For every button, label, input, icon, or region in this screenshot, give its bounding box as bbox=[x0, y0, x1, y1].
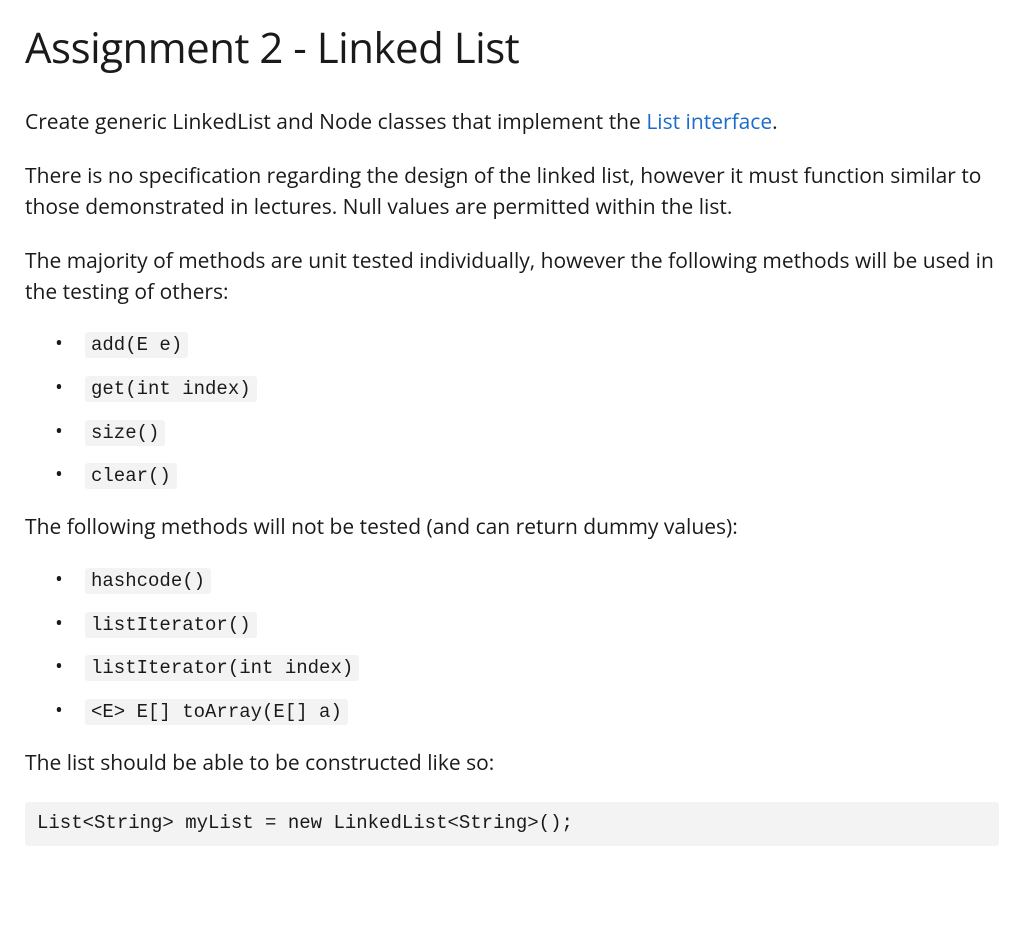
list-item: <E> E[] toArray(E[] a) bbox=[55, 698, 999, 724]
list-item: size() bbox=[55, 419, 999, 445]
intro-paragraph: Create generic LinkedList and Node class… bbox=[25, 107, 999, 137]
method-code: hashcode() bbox=[85, 568, 211, 594]
page-title: Assignment 2 - Linked List bbox=[25, 18, 999, 79]
list-item: listIterator() bbox=[55, 611, 999, 637]
list-item: get(int index) bbox=[55, 375, 999, 401]
paragraph-construct: The list should be able to be constructe… bbox=[25, 748, 999, 778]
intro-suffix: . bbox=[772, 108, 778, 136]
list-interface-link[interactable]: List interface bbox=[646, 108, 772, 136]
method-code: get(int index) bbox=[85, 376, 257, 402]
list-item: listIterator(int index) bbox=[55, 654, 999, 680]
list-item: hashcode() bbox=[55, 567, 999, 593]
construct-code: List<String> myList = new LinkedList<Str… bbox=[37, 812, 573, 834]
list-item: clear() bbox=[55, 462, 999, 488]
paragraph-spec: There is no specification regarding the … bbox=[25, 161, 999, 222]
method-code: clear() bbox=[85, 463, 177, 489]
method-code: <E> E[] toArray(E[] a) bbox=[85, 699, 348, 725]
untested-methods-list: hashcode() listIterator() listIterator(i… bbox=[25, 567, 999, 724]
intro-prefix: Create generic LinkedList and Node class… bbox=[25, 108, 646, 136]
method-code: size() bbox=[85, 420, 165, 446]
paragraph-tested-intro: The majority of methods are unit tested … bbox=[25, 246, 999, 307]
method-code: listIterator(int index) bbox=[85, 655, 359, 681]
paragraph-untested-intro: The following methods will not be tested… bbox=[25, 512, 999, 542]
tested-methods-list: add(E e) get(int index) size() clear() bbox=[25, 331, 999, 488]
code-block: List<String> myList = new LinkedList<Str… bbox=[25, 802, 999, 846]
method-code: add(E e) bbox=[85, 332, 188, 358]
list-item: add(E e) bbox=[55, 331, 999, 357]
method-code: listIterator() bbox=[85, 612, 257, 638]
